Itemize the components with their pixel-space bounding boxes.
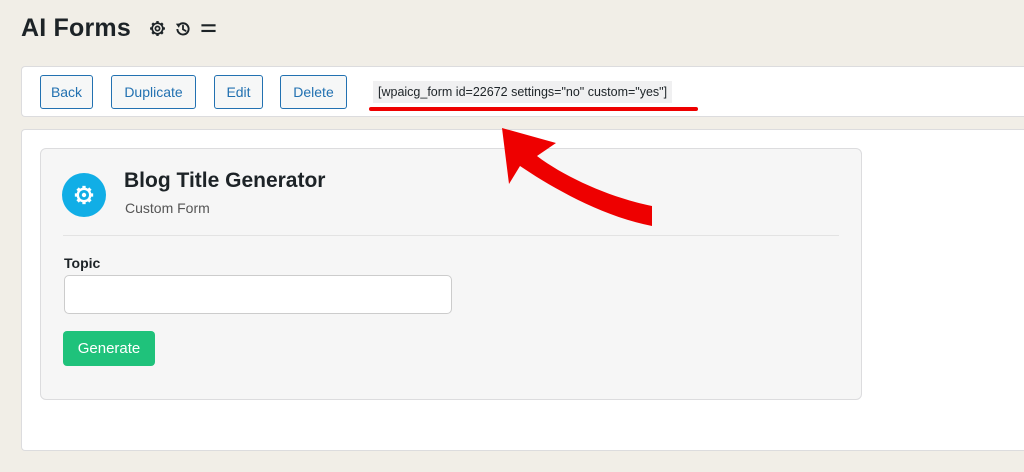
shortcode-text[interactable]: [wpaicg_form id=22672 settings="no" cust… xyxy=(373,81,673,103)
gear-icon[interactable] xyxy=(149,20,166,37)
form-card: Blog Title Generator Custom Form Topic G… xyxy=(40,148,862,400)
topic-label: Topic xyxy=(64,255,101,271)
form-subtitle: Custom Form xyxy=(125,200,210,216)
duplicate-button[interactable]: Duplicate xyxy=(111,75,196,109)
topic-input[interactable] xyxy=(64,275,452,314)
delete-button[interactable]: Delete xyxy=(280,75,347,109)
form-preview-panel: Blog Title Generator Custom Form Topic G… xyxy=(21,129,1024,451)
edit-button[interactable]: Edit xyxy=(214,75,263,109)
form-title: Blog Title Generator xyxy=(124,169,326,192)
page-header: AI Forms xyxy=(21,14,217,43)
shortcode-underline-annotation xyxy=(369,107,698,111)
generate-button[interactable]: Generate xyxy=(63,331,155,366)
back-button[interactable]: Back xyxy=(40,75,93,109)
divider xyxy=(63,235,839,236)
page-title: AI Forms xyxy=(21,14,131,42)
header-icons xyxy=(149,20,217,38)
history-icon[interactable] xyxy=(174,20,192,38)
menu-icon[interactable] xyxy=(200,20,217,37)
form-gear-icon xyxy=(62,173,106,217)
